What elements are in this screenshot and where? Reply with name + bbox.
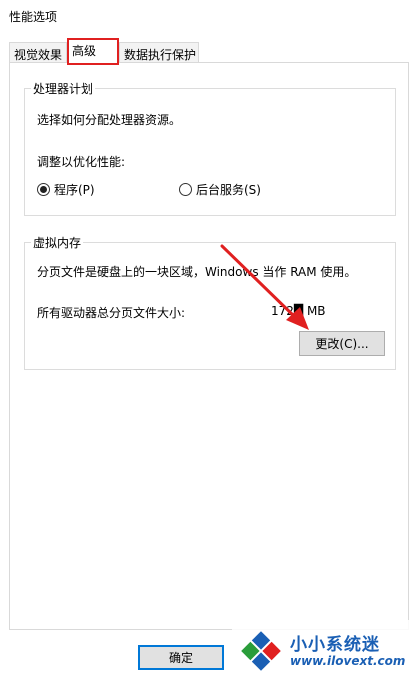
watermark-url: www.ilovext.com xyxy=(290,654,406,668)
processor-scheduling-group: 处理器计划 选择如何分配处理器资源。 调整以优化性能: 程序(P) 后台服务(S… xyxy=(24,80,396,216)
radio-label: 后台服务(S) xyxy=(196,183,261,197)
tab-visual-effects[interactable]: 视觉效果 xyxy=(9,42,67,62)
adjust-for-label: 调整以优化性能: xyxy=(37,155,126,169)
tab-strip: 视觉效果 高级 数据执行保护 xyxy=(0,38,418,63)
change-button-label: 更改(C)... xyxy=(315,337,369,351)
tab-label: 视觉效果 xyxy=(14,48,63,62)
tab-label: 高级 xyxy=(72,44,97,58)
tab-data-execution-prevention[interactable]: 数据执行保护 xyxy=(119,42,199,62)
virtual-memory-legend: 虚拟内存 xyxy=(31,234,84,251)
tab-label: 数据执行保护 xyxy=(124,48,197,62)
virtual-memory-description: 分页文件是硬盘上的一块区域，Windows 当作 RAM 使用。 xyxy=(37,265,357,279)
total-paging-size-value: 172█ MB xyxy=(271,304,326,318)
ok-button[interactable]: 确定 xyxy=(138,645,224,670)
ok-button-label: 确定 xyxy=(168,651,193,665)
radio-circle xyxy=(179,183,192,196)
virtual-memory-group: 虚拟内存 分页文件是硬盘上的一块区域，Windows 当作 RAM 使用。 所有… xyxy=(24,234,396,370)
watermark-title: 小小系统迷 xyxy=(290,635,380,655)
change-button[interactable]: 更改(C)... xyxy=(299,331,385,356)
watermark-logo-icon xyxy=(241,631,281,671)
title-bar: 性能选项 xyxy=(0,0,418,31)
processor-description: 选择如何分配处理器资源。 xyxy=(37,113,182,127)
radio-circle-selected xyxy=(37,183,50,196)
processor-scheduling-legend: 处理器计划 xyxy=(31,80,96,97)
radio-label: 程序(P) xyxy=(54,183,95,197)
radio-background-services[interactable]: 后台服务(S) xyxy=(179,181,261,198)
total-paging-size-label: 所有驱动器总分页文件大小: xyxy=(37,306,186,320)
tab-panel-advanced: 处理器计划 选择如何分配处理器资源。 调整以优化性能: 程序(P) 后台服务(S… xyxy=(9,62,409,630)
tab-advanced[interactable]: 高级 xyxy=(67,38,119,63)
watermark: 小小系统迷 www.ilovext.com xyxy=(232,620,418,680)
radio-programs[interactable]: 程序(P) xyxy=(37,181,95,198)
window-title: 性能选项 xyxy=(9,10,58,24)
